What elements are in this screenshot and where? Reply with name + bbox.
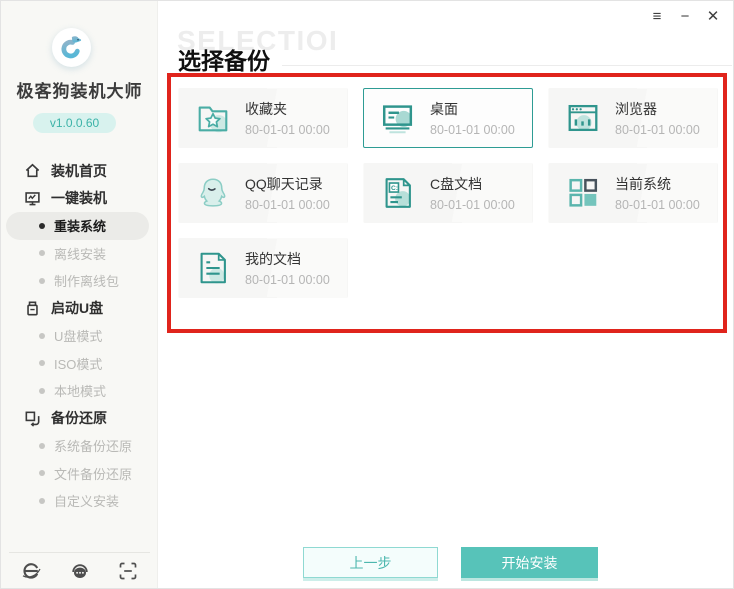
backup-card-date: 80-01-01 00:00 bbox=[245, 198, 330, 212]
usb-icon bbox=[24, 300, 41, 317]
sidebar-item-label: 制作离线包 bbox=[54, 274, 120, 290]
title-underline bbox=[282, 65, 732, 66]
backup-card-browser[interactable]: 浏览器 80-01-01 00:00 bbox=[548, 88, 718, 148]
start-install-button[interactable]: 开始安装 bbox=[461, 547, 598, 578]
monitor-icon bbox=[24, 190, 41, 207]
version-badge: v1.0.0.60 bbox=[33, 113, 116, 133]
sidebar-item-boot-usb[interactable]: 启动U盘 bbox=[1, 295, 158, 323]
sidebar-item-iso-mode[interactable]: ISO模式 bbox=[1, 350, 158, 378]
backup-card-title: 我的文档 bbox=[245, 251, 301, 267]
system-icon bbox=[564, 174, 602, 212]
backup-card-current-system[interactable]: 当前系统 80-01-01 00:00 bbox=[548, 163, 718, 223]
sidebar-item-usb-mode[interactable]: U盘模式 bbox=[1, 322, 158, 350]
sidebar-item-home[interactable]: 装机首页 bbox=[1, 157, 158, 185]
backup-card-desktop[interactable]: 桌面 80-01-01 00:00 bbox=[363, 88, 533, 148]
sidebar-divider bbox=[9, 552, 150, 553]
sidebar-item-label: 离线安装 bbox=[54, 246, 107, 262]
folder-star-icon bbox=[194, 99, 232, 137]
backup-card-title: 桌面 bbox=[430, 101, 458, 117]
backup-card-date: 80-01-01 00:00 bbox=[430, 123, 515, 137]
sidebar-item-label: 启动U盘 bbox=[51, 300, 104, 317]
bullet-icon bbox=[39, 277, 45, 284]
sidebar-item-label: 自定义安装 bbox=[54, 494, 120, 510]
desktop-icon bbox=[379, 99, 417, 137]
sidebar-item-label: 备份还原 bbox=[51, 410, 107, 427]
bullet-icon bbox=[39, 470, 45, 477]
bullet-icon bbox=[39, 442, 45, 449]
sidebar: 极客狗装机大师 v1.0.0.60 装机首页一键装机重装系统离线安装制作离线包启… bbox=[1, 1, 158, 588]
bullet-icon bbox=[39, 387, 45, 394]
sidebar-item-custom-install[interactable]: 自定义安装 bbox=[1, 487, 158, 515]
sidebar-item-label: 一键装机 bbox=[51, 190, 107, 207]
app-name: 极客狗装机大师 bbox=[16, 82, 143, 101]
sidebar-item-label: U盘模式 bbox=[54, 329, 103, 345]
backup-card-date: 80-01-01 00:00 bbox=[615, 198, 700, 212]
qr-scan-icon[interactable] bbox=[118, 561, 138, 581]
bullet-icon bbox=[39, 332, 45, 339]
backup-card-title: 当前系统 bbox=[615, 176, 671, 192]
bullet-icon bbox=[39, 360, 45, 367]
ie-browser-icon[interactable] bbox=[21, 561, 41, 581]
bullet-icon bbox=[39, 250, 45, 257]
sidebar-nav: 装机首页一键装机重装系统离线安装制作离线包启动U盘 U盘模式 ISO模式本地模式备份… bbox=[1, 157, 158, 515]
sidebar-item-label: 重装系统 bbox=[54, 219, 107, 235]
backup-card-c-drive-docs[interactable]: C: C盘文档 80-01-01 00:00 bbox=[363, 163, 533, 223]
sidebar-item-make-offline-pack[interactable]: 制作离线包 bbox=[1, 267, 158, 295]
backup-card-date: 80-01-01 00:00 bbox=[245, 123, 330, 137]
backup-card-title: QQ聊天记录 bbox=[245, 176, 323, 192]
app-window: ≡ − ✕ 极客狗装机大师 v1.0.0.60 装机首页一键装机重装系统离线安装… bbox=[0, 0, 734, 589]
sidebar-item-local-mode[interactable]: 本地模式 bbox=[1, 377, 158, 405]
app-logo bbox=[52, 28, 91, 67]
backup-card-title: 浏览器 bbox=[615, 101, 657, 117]
sidebar-footer bbox=[1, 561, 158, 581]
restore-icon bbox=[24, 410, 41, 427]
home-icon bbox=[24, 162, 41, 179]
sidebar-item-label: 文件备份还原 bbox=[54, 466, 133, 482]
minimize-icon[interactable]: − bbox=[675, 7, 695, 27]
sidebar-item-label: 装机首页 bbox=[51, 162, 107, 179]
bullet-icon bbox=[39, 497, 45, 504]
sidebar-item-label: 系统备份还原 bbox=[54, 439, 133, 455]
backup-card-date: 80-01-01 00:00 bbox=[615, 123, 700, 137]
backup-card-date: 80-01-01 00:00 bbox=[430, 198, 515, 212]
backup-card-qq-chat[interactable]: QQ聊天记录 80-01-01 00:00 bbox=[178, 163, 348, 223]
window-controls: ≡ − ✕ bbox=[647, 7, 723, 27]
sidebar-item-one-key-install[interactable]: 一键装机 bbox=[1, 185, 158, 213]
page-title: 选择备份 bbox=[178, 48, 270, 74]
backup-card-title: C盘文档 bbox=[430, 176, 483, 192]
qq-icon bbox=[194, 174, 232, 212]
sidebar-item-reinstall-system[interactable]: 重装系统 bbox=[6, 212, 149, 240]
previous-step-button[interactable]: 上一步 bbox=[303, 547, 438, 578]
mydoc-icon bbox=[194, 249, 232, 287]
headset-support-icon[interactable] bbox=[70, 561, 90, 581]
backup-card-favorites[interactable]: 收藏夹 80-01-01 00:00 bbox=[178, 88, 348, 148]
sidebar-item-label: 本地模式 bbox=[54, 384, 107, 400]
backup-cards-grid: 收藏夹 80-01-01 00:00 桌面 80-01-01 00:00 浏览器 80-0… bbox=[178, 88, 718, 298]
sidebar-item-system-backup-restore[interactable]: 系统备份还原 bbox=[1, 432, 158, 460]
browser-icon bbox=[564, 99, 602, 137]
sidebar-item-label: ISO模式 bbox=[54, 356, 103, 372]
bullet-icon bbox=[39, 222, 45, 229]
backup-card-title: 收藏夹 bbox=[245, 101, 287, 117]
menu-icon[interactable]: ≡ bbox=[647, 7, 667, 27]
dog-g-logo-icon bbox=[61, 36, 82, 59]
sidebar-item-backup-restore[interactable]: 备份还原 bbox=[1, 405, 158, 433]
cdrive-doc-icon: C: bbox=[379, 174, 417, 212]
svg-text:C:: C: bbox=[391, 185, 398, 192]
close-icon[interactable]: ✕ bbox=[703, 7, 723, 27]
backup-card-date: 80-01-01 00:00 bbox=[245, 273, 330, 287]
backup-card-my-documents[interactable]: 我的文档 80-01-01 00:00 bbox=[178, 238, 348, 298]
sidebar-item-offline-install[interactable]: 离线安装 bbox=[1, 240, 158, 268]
sidebar-item-file-backup-restore[interactable]: 文件备份还原 bbox=[1, 460, 158, 488]
